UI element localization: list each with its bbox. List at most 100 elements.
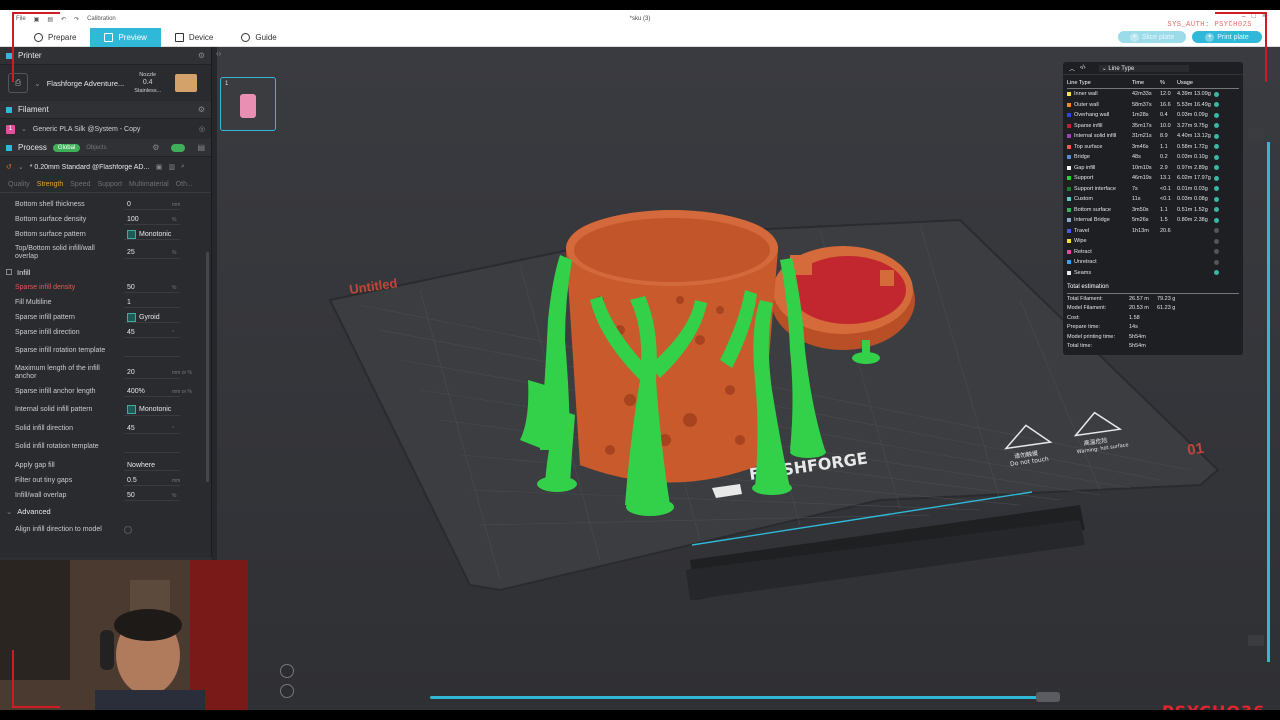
visibility-toggle[interactable] xyxy=(1212,238,1220,244)
filament-settings-icon[interactable]: ⚙ xyxy=(198,105,205,114)
global-toggle[interactable]: Global xyxy=(52,143,81,152)
visibility-toggle[interactable] xyxy=(1212,133,1220,139)
filament-name[interactable]: Generic PLA Silk @System - Copy xyxy=(33,126,193,133)
process-section-header[interactable]: Process Global Objects ⚙ ▤ xyxy=(0,139,211,157)
tab-speed[interactable]: Speed xyxy=(70,181,90,188)
tab-multimaterial[interactable]: Multimaterial xyxy=(129,181,169,188)
param-value-field[interactable]: Gyroid xyxy=(124,312,180,323)
align-infill-checkbox[interactable] xyxy=(124,526,132,534)
visibility-toggle[interactable] xyxy=(1212,186,1220,192)
tab-preview[interactable]: Preview xyxy=(90,27,161,47)
tab-others[interactable]: Oth... xyxy=(176,181,193,188)
param-label: Solid infill rotation template xyxy=(15,443,99,450)
line-type-row[interactable]: Bottom surface 3m50s 1.1 0.51m 1.52g xyxy=(1067,205,1239,216)
objects-toggle[interactable]: Objects xyxy=(86,145,106,151)
layer-view-icon[interactable] xyxy=(280,664,294,678)
param-value-field[interactable] xyxy=(124,346,180,357)
line-type-row[interactable]: Sparse infill 35m17s 10.0 3.27m 9.75g xyxy=(1067,121,1239,132)
move-slider-track[interactable] xyxy=(430,696,1040,699)
visibility-toggle[interactable] xyxy=(1212,91,1220,97)
param-value-field[interactable] xyxy=(124,442,180,453)
line-type-row[interactable]: Custom 11s <0.1 0.03m 0.08g xyxy=(1067,194,1239,205)
tab-strength[interactable]: Strength xyxy=(37,181,63,188)
visibility-toggle[interactable] xyxy=(1212,228,1220,234)
slice-plate-button[interactable]: ▾ Slice plate xyxy=(1118,31,1186,43)
sidebar-scrollbar[interactable] xyxy=(206,252,209,482)
line-type-row[interactable]: Outer wall 58m37s 16.6 5.53m 16.49g xyxy=(1067,100,1239,111)
print-dropdown-icon[interactable]: ▾ xyxy=(1205,32,1215,42)
filament-dropdown-icon[interactable]: ⌄ xyxy=(21,125,27,133)
filament-edit-icon[interactable]: ◎ xyxy=(199,125,205,133)
visibility-toggle[interactable] xyxy=(1212,165,1220,171)
advanced-toggle[interactable] xyxy=(171,143,186,152)
visibility-toggle[interactable] xyxy=(1212,217,1220,223)
visibility-toggle[interactable] xyxy=(1212,175,1220,181)
calibration-menu[interactable]: Calibration xyxy=(87,16,116,22)
preset-reset-icon[interactable]: ↺ xyxy=(6,163,12,171)
process-list-icon[interactable]: ▤ xyxy=(197,143,205,152)
line-color-swatch xyxy=(1067,123,1071,128)
total-label: Cost: xyxy=(1067,314,1080,321)
advanced-chevron-icon[interactable]: ⌄ xyxy=(6,507,12,516)
layer-slider-top-handle[interactable] xyxy=(1248,128,1264,139)
param-value-field[interactable]: 1 xyxy=(124,297,180,308)
line-type-row[interactable]: Bridge 48s 0.2 0.03m 0.10g xyxy=(1067,152,1239,163)
line-type-row[interactable]: Top surface 3m46s 1.1 0.58m 1.72g xyxy=(1067,142,1239,153)
preset-dropdown-icon[interactable]: ⌄ xyxy=(18,163,24,171)
build-plate-swatch[interactable] xyxy=(174,74,197,92)
visibility-toggle[interactable] xyxy=(1212,249,1220,255)
line-type-name: Seams xyxy=(1074,269,1092,276)
redo-icon[interactable]: ↷ xyxy=(74,16,79,23)
line-type-row[interactable]: Gap infill 10m10s 2.9 0.97m 2.89g xyxy=(1067,163,1239,174)
visibility-toggle[interactable] xyxy=(1212,196,1220,202)
tab-device[interactable]: Device xyxy=(161,28,227,47)
filament-row[interactable]: 1 ⌄ Generic PLA Silk @System - Copy ◎ xyxy=(0,119,211,139)
line-type-row[interactable]: Support 46m19s 13.1 6.02m 17.97g xyxy=(1067,173,1239,184)
line-type-row[interactable]: Internal solid infill 31m21s 8.9 4.40m 13.12… xyxy=(1067,131,1239,142)
process-settings-icon[interactable]: ⚙ xyxy=(152,143,159,152)
tab-guide[interactable]: Guide xyxy=(227,28,290,47)
visibility-toggle[interactable] xyxy=(1212,112,1220,118)
param-value: 400% xyxy=(127,387,145,395)
preset-search-icon[interactable]: ⌕ xyxy=(181,163,185,171)
total-row: Cost: 1.58 xyxy=(1067,313,1239,323)
collapse-panel-icon[interactable]: ︿ xyxy=(1069,64,1075,73)
code-view-icon[interactable]: ‹/› xyxy=(1080,65,1086,71)
visibility-toggle[interactable] xyxy=(1212,270,1220,276)
visibility-toggle[interactable] xyxy=(1212,154,1220,160)
line-type-row[interactable]: Unretract xyxy=(1067,257,1239,268)
visibility-toggle[interactable] xyxy=(1212,144,1220,150)
line-type-row[interactable]: Support interface 7s <0.1 0.01m 0.03g xyxy=(1067,184,1239,195)
line-type-row[interactable]: Inner wall 42m33s 12.0 4.39m 13.09g xyxy=(1067,89,1239,100)
undo-icon[interactable]: ↶ xyxy=(61,16,66,23)
line-type-row[interactable]: Wipe xyxy=(1067,236,1239,247)
line-type-row[interactable]: Retract xyxy=(1067,247,1239,258)
visibility-toggle[interactable] xyxy=(1212,259,1220,265)
layer-slider-bottom-handle[interactable] xyxy=(1248,635,1264,646)
process-preset-name[interactable]: * 0.20mm Standard @Flashforge AD... xyxy=(30,164,150,171)
param-value-field[interactable]: Monotonic xyxy=(124,229,180,240)
move-slider-handle[interactable] xyxy=(1036,692,1060,702)
visibility-toggle[interactable] xyxy=(1212,123,1220,129)
nozzle-selector[interactable]: Nozzle 0.4 Stainless... xyxy=(133,71,163,95)
preset-save-icon[interactable]: ▣ xyxy=(156,163,163,171)
visibility-toggle[interactable] xyxy=(1212,207,1220,213)
param-value-field[interactable]: Nowhere xyxy=(124,460,180,471)
preset-compare-icon[interactable]: ▥ xyxy=(168,163,175,171)
process-preset-row[interactable]: ↺ ⌄ * 0.20mm Standard @Flashforge AD... … xyxy=(0,157,211,177)
param-label: Bottom surface density xyxy=(15,216,87,223)
visibility-toggle[interactable] xyxy=(1212,102,1220,108)
line-type-row[interactable]: Seams xyxy=(1067,268,1239,279)
tab-quality[interactable]: Quality xyxy=(8,181,30,188)
line-type-row[interactable]: Internal Bridge 5m26s 1.5 0.80m 2.38g xyxy=(1067,215,1239,226)
printer-settings-icon[interactable]: ⚙ xyxy=(198,51,205,60)
zoom-search-icon[interactable] xyxy=(280,684,294,698)
layer-slider-track[interactable] xyxy=(1267,142,1270,662)
tab-support[interactable]: Support xyxy=(98,181,123,188)
line-type-row[interactable]: Travel 1h13m 20.6 xyxy=(1067,226,1239,237)
filament-section-header[interactable]: Filament ⚙ xyxy=(0,101,211,119)
line-type-row[interactable]: Overhang wall 1m28s 0.4 0.03m 0.09g xyxy=(1067,110,1239,121)
line-type-dropdown[interactable]: ⌄ Line Type xyxy=(1098,64,1189,72)
param-value-field[interactable]: Monotonic xyxy=(124,405,180,416)
slice-dropdown-icon[interactable]: ▾ xyxy=(1129,32,1139,42)
